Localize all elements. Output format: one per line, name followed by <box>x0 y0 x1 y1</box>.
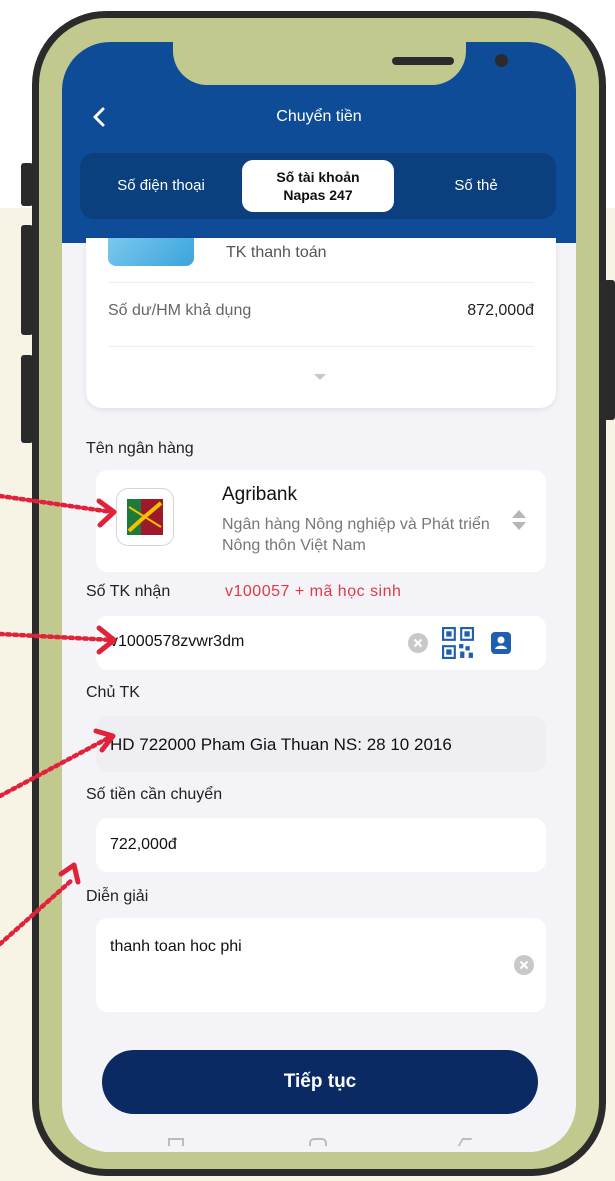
speaker-grille <box>392 57 454 65</box>
tab-account-number-label: Số tài khoản Napas 247 <box>276 169 360 203</box>
front-camera <box>495 54 508 67</box>
recent-apps-icon[interactable] <box>168 1138 184 1146</box>
agribank-logo-icon <box>116 488 174 546</box>
qr-code-icon[interactable] <box>442 627 474 659</box>
tab-phone-number[interactable]: Số điện thoại <box>86 160 236 212</box>
description-label: Diễn giải <box>86 888 149 905</box>
amount-input[interactable]: 722,000đ <box>96 818 546 872</box>
system-navigation-bar <box>62 1130 576 1152</box>
description-value: thanh toan hoc phi <box>110 938 242 955</box>
account-format-hint: v100057 + mã học sinh <box>225 583 402 600</box>
account-type: TK thanh toán <box>226 244 327 261</box>
tab-account-number-napas[interactable]: Số tài khoản Napas 247 <box>242 160 394 212</box>
balance-value: 872,000đ <box>467 302 534 319</box>
divider <box>108 282 534 283</box>
transfer-type-tabs: Số điện thoại Số tài khoản Napas 247 Số … <box>80 153 556 219</box>
bank-name: Agribank <box>222 484 297 505</box>
clear-icon[interactable] <box>408 633 428 653</box>
recipient-account-label: Số TK nhận <box>86 583 171 600</box>
balance-label: Số dư/HM khả dụng <box>108 302 252 319</box>
expand-chevron-icon[interactable] <box>314 374 326 380</box>
account-holder-label: Chủ TK <box>86 684 140 701</box>
home-icon[interactable] <box>309 1138 327 1146</box>
back-icon[interactable] <box>457 1138 473 1146</box>
continue-button-label: Tiếp tục <box>283 1071 357 1092</box>
phone-notch <box>173 42 508 85</box>
source-account-card[interactable]: TK thanh toán Số dư/HM khả dụng 872,000đ <box>86 238 556 408</box>
recipient-account-input[interactable]: v1000578zvwr3dm <box>96 616 546 670</box>
amount-value: 722,000đ <box>110 836 177 853</box>
amount-label: Số tiền cần chuyển <box>86 786 223 803</box>
continue-button[interactable]: Tiếp tục <box>102 1050 538 1114</box>
divider <box>108 346 534 347</box>
sort-arrows-icon <box>512 510 526 530</box>
description-input[interactable]: thanh toan hoc phi <box>96 918 546 1012</box>
account-holder-value: HD 722000 Pham Gia Thuan NS: 28 10 2016 <box>110 735 452 754</box>
bank-label: Tên ngân hàng <box>86 440 194 457</box>
recipient-account-value: v1000578zvwr3dm <box>110 633 245 650</box>
clear-icon[interactable] <box>514 955 534 975</box>
contacts-icon[interactable] <box>489 631 513 655</box>
account-card-image <box>108 238 194 266</box>
bank-full-name: Ngân hàng Nông nghiệp và Phát triển Nông… <box>222 516 490 554</box>
page-title: Chuyển tiền <box>276 108 362 125</box>
account-holder-field: HD 722000 Pham Gia Thuan NS: 28 10 2016 <box>96 716 546 772</box>
tab-card-number[interactable]: Số thẻ <box>402 160 550 212</box>
bank-selector[interactable]: Agribank Ngân hàng Nông nghiệp và Phát t… <box>96 470 546 572</box>
phone-screen: Chuyển tiền Số điện thoại Số tài khoản N… <box>62 42 576 1152</box>
